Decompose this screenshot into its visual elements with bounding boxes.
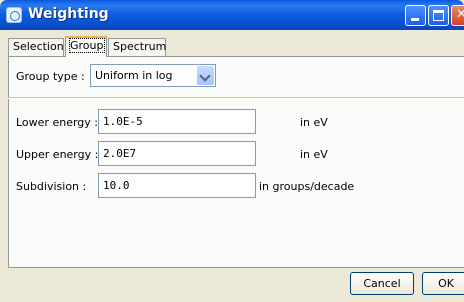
tab-selection[interactable]: Selection [8,38,64,56]
subdivision-unit: in groups/decade [259,180,355,193]
subdivision-value: 10.0 [103,179,130,192]
app-icon [6,7,22,23]
close-button[interactable] [451,5,464,26]
subdivision-label: Subdivision : [16,180,87,193]
group-type-select[interactable]: Uniform in log [90,64,216,87]
title-bar[interactable]: Weighting [0,0,464,30]
weighting-window: Weighting Selection Group Spectrum Group… [0,0,464,302]
upper-energy-label: Upper energy : [16,148,99,161]
ok-button[interactable]: OK [422,272,464,295]
tab-group-label: Group [69,38,105,53]
cancel-button[interactable]: Cancel [350,272,414,295]
tab-spectrum-label: Spectrum [113,40,167,53]
window-title: Weighting [28,6,109,22]
subdivision-input[interactable]: 10.0 [98,173,256,198]
upper-energy-unit: in eV [300,148,328,161]
upper-energy-input[interactable]: 2.0E7 [98,141,256,166]
lower-energy-unit: in eV [300,116,328,129]
group-type-label: Group type : [16,70,85,83]
group-type-value: Uniform in log [95,69,173,82]
lower-energy-value: 1.0E-5 [103,115,143,128]
maximize-button[interactable] [428,5,449,26]
tab-selection-label: Selection [13,40,64,53]
upper-energy-value: 2.0E7 [103,147,137,160]
tab-group[interactable]: Group [65,36,107,57]
lower-energy-input[interactable]: 1.0E-5 [98,109,256,134]
lower-energy-label: Lower energy : [16,116,98,129]
tab-spectrum[interactable]: Spectrum [108,38,166,56]
chevron-down-icon[interactable] [197,66,214,85]
minimize-button[interactable] [405,5,426,26]
separator [8,97,464,99]
